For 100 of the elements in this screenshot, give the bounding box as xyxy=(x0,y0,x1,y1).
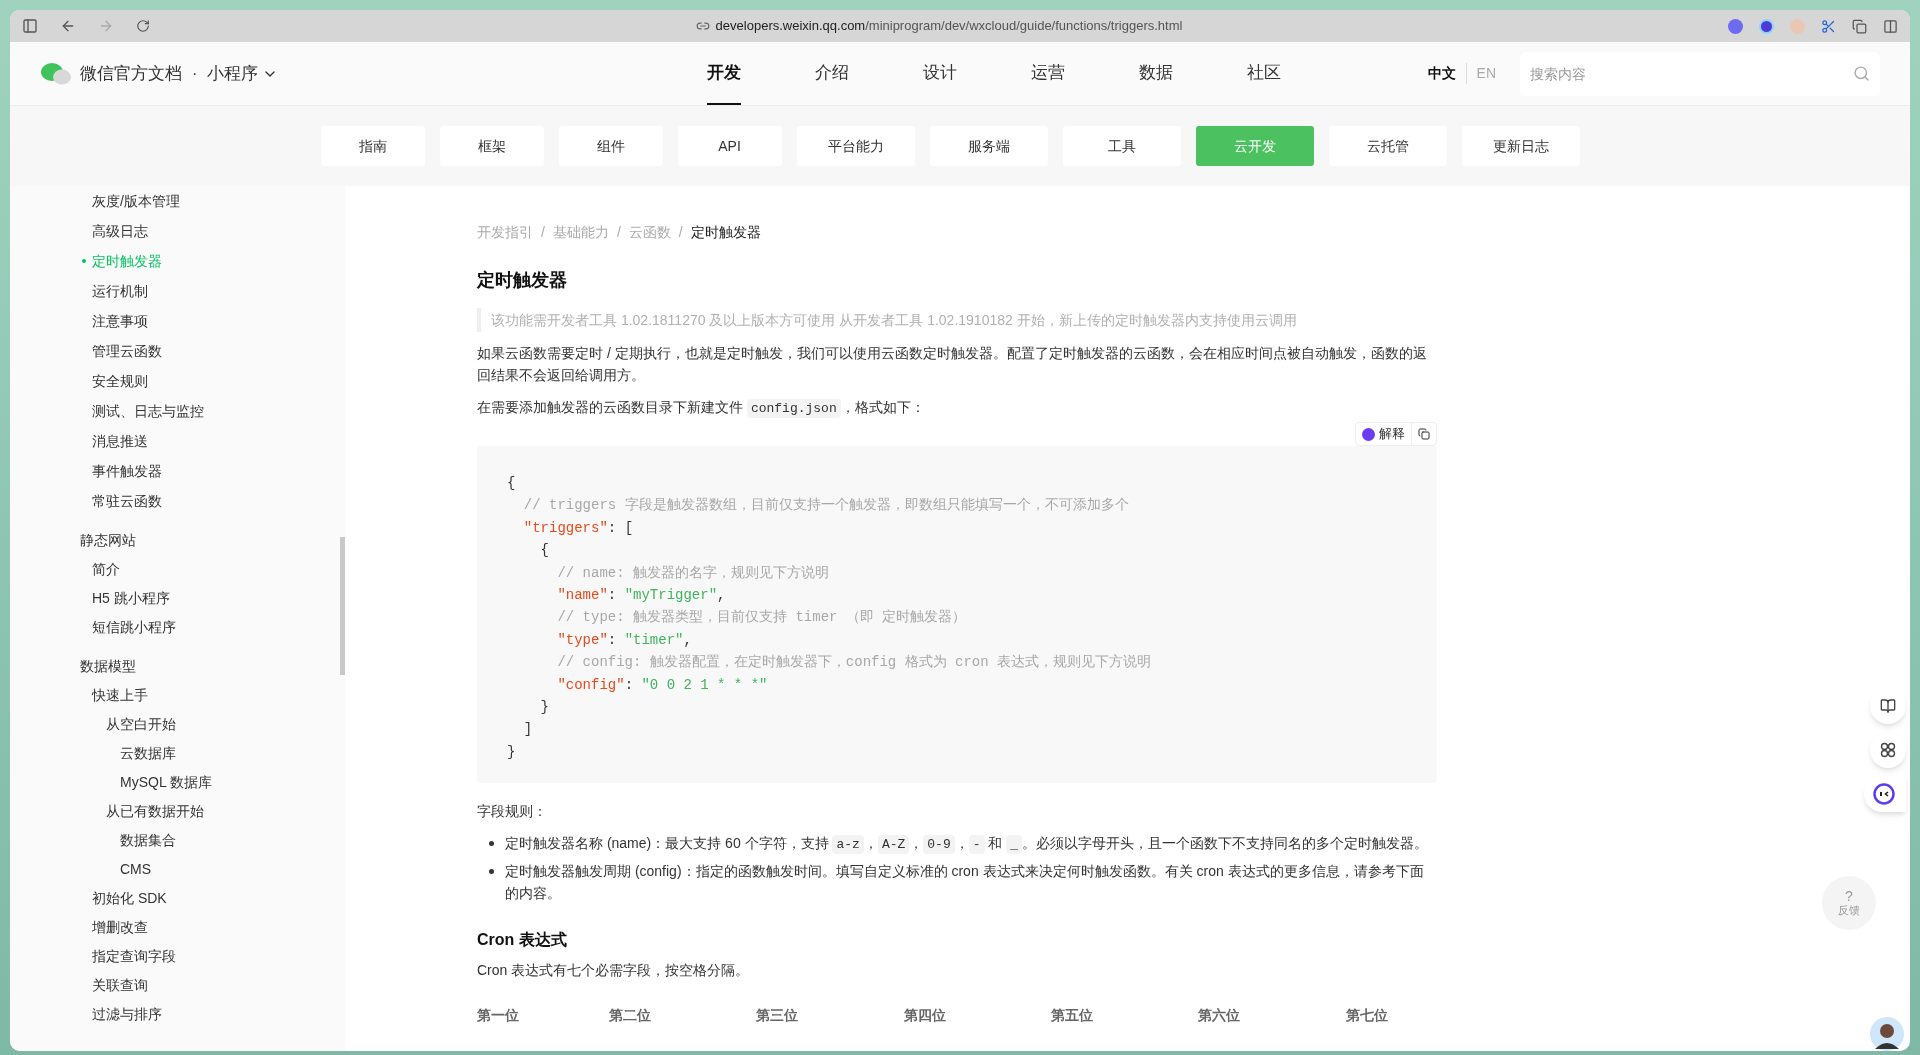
avatar[interactable] xyxy=(1870,1017,1904,1051)
section-heading: Cron 表达式 xyxy=(477,930,568,951)
nav-tab[interactable]: 运营 xyxy=(994,42,1102,105)
extension-icon[interactable] xyxy=(1852,18,1867,34)
code-line: // type: 触发器类型，目前仅支持 timer （即 定时触发器） xyxy=(556,608,967,628)
nav-tab[interactable]: 介绍 xyxy=(778,42,886,105)
sidebar-item[interactable]: 简介 xyxy=(92,559,120,580)
table-header: 第六位 xyxy=(1198,1006,1241,1026)
language-option[interactable]: 中文 xyxy=(1417,63,1466,84)
category-tab[interactable]: 指南 xyxy=(320,126,425,166)
code-line: "config": "0 0 2 1 * * *" xyxy=(556,675,768,695)
sidebar-item[interactable]: 云数据库 xyxy=(120,743,176,764)
table-header: 第五位 xyxy=(1051,1006,1094,1026)
sidebar-item[interactable]: 初始化 SDK xyxy=(92,888,167,909)
category-tab[interactable]: 服务端 xyxy=(929,126,1048,166)
category-tab[interactable]: 平台能力 xyxy=(796,126,915,166)
sidebar-item[interactable]: 事件触发器 xyxy=(92,460,162,482)
sidebar-item[interactable]: 灰度/版本管理 xyxy=(92,190,180,212)
code-line: ] xyxy=(522,720,533,740)
nav-tab[interactable]: 数据 xyxy=(1102,42,1210,105)
sidebar-item[interactable]: 从已有数据开始 xyxy=(106,801,204,822)
category-tab[interactable]: 框架 xyxy=(439,126,544,166)
sidebar-item[interactable]: 指定查询字段 xyxy=(92,946,176,967)
table-header: 第二位 xyxy=(609,1006,652,1026)
sidebar-item[interactable]: 数据集合 xyxy=(120,830,176,851)
breadcrumb-separator: / xyxy=(616,223,621,242)
code-line: // name: 触发器的名字，规则见下方说明 xyxy=(556,563,830,583)
sidebar-item[interactable]: MySQL 数据库 xyxy=(120,772,213,793)
sidebar-item[interactable]: 从空白开始 xyxy=(106,714,176,735)
apps-button[interactable] xyxy=(1870,732,1906,768)
page-title: 定时触发器 xyxy=(477,269,568,292)
sidebar-item[interactable]: 管理云函数 xyxy=(92,340,162,362)
code-line: } xyxy=(539,698,549,718)
category-tab[interactable]: 更新日志 xyxy=(1461,126,1580,166)
rules-heading: 字段规则： xyxy=(477,802,548,822)
extension-icon[interactable] xyxy=(1759,18,1774,34)
rule-text: 定时触发器触发周期 (config)：指定的函数触发时间。填写自定义标准的 cron 表达式来决定何时触发函数。有关 cron 表达式的更多信息，请参考下面的内容。 xyxy=(505,863,1424,902)
nav-tab[interactable]: 设计 xyxy=(886,42,994,105)
file-paragraph: 在需要添加触发器的云函数目录下新建文件 config.json ，格式如下： xyxy=(477,398,926,420)
nav-tab[interactable]: 社区 xyxy=(1210,42,1318,105)
sidebar-item[interactable]: 关联查询 xyxy=(92,975,148,996)
note-text: 该功能需开发者工具 1.02.1811270 及以上版本方可使用 从开发者工具 1.02.1910182 开始，新上传的定时触发器内支持使用云调用 xyxy=(491,311,1298,330)
extension-icon[interactable] xyxy=(1821,18,1836,34)
code-line: { xyxy=(539,541,549,561)
breadcrumb-link[interactable]: 定时触发器 xyxy=(690,222,761,243)
sidebar-item[interactable]: CMS xyxy=(120,859,152,880)
breadcrumb-separator: / xyxy=(541,223,545,242)
product-dropdown[interactable]: 小程序 xyxy=(207,60,279,87)
category-tab[interactable]: 云托管 xyxy=(1328,126,1447,166)
bot-face-icon xyxy=(1873,783,1895,805)
sidebar-item[interactable]: 消息推送 xyxy=(92,430,148,452)
sidebar-item[interactable]: 高级日志 xyxy=(92,220,148,242)
reload-icon[interactable] xyxy=(136,19,150,33)
docs-button[interactable] xyxy=(1870,688,1906,724)
split-view-icon[interactable] xyxy=(1883,18,1898,34)
link-icon xyxy=(695,19,710,33)
extension-icon[interactable] xyxy=(1728,18,1743,34)
assistant-button[interactable] xyxy=(1864,776,1906,812)
search-field[interactable]: 搜索内容 xyxy=(1520,51,1880,96)
breadcrumb-separator: / xyxy=(678,223,683,242)
back-icon[interactable] xyxy=(60,18,76,34)
separator-dot: · xyxy=(192,63,198,84)
sidebar-item[interactable]: 增删改查 xyxy=(92,917,148,938)
code-line: } xyxy=(507,742,516,762)
table-header: 第四位 xyxy=(904,1006,947,1026)
code-line: "triggers": [ xyxy=(522,518,634,538)
table-header: 第三位 xyxy=(756,1006,799,1026)
sidebar-item[interactable]: 短信跳小程序 xyxy=(92,617,176,638)
chat-bubbles-icon xyxy=(40,60,72,87)
book-icon xyxy=(1880,698,1896,714)
code-line: "name": "myTrigger", xyxy=(556,586,726,606)
sidebar-item[interactable]: 快速上手 xyxy=(92,685,148,706)
address-bar[interactable]: developers.weixin.qq.com/miniprogram/dev/wxcloud/guide/functions/triggers.html xyxy=(715,16,1183,36)
sidebar-toggle-icon[interactable] xyxy=(22,18,38,34)
sidebar-item[interactable]: 运行机制 xyxy=(92,280,148,302)
category-tab[interactable]: API xyxy=(677,126,782,166)
table-header: 第一位 xyxy=(477,1006,520,1026)
sidebar-item[interactable]: H5 跳小程序 xyxy=(92,588,170,609)
scrollbar[interactable] xyxy=(340,537,345,675)
code-line: // triggers 字段是触发器数组，目前仅支持一个触发器，即数组只能填写一个，不可添加多个 xyxy=(522,496,1129,516)
cron-intro: Cron 表达式有七个必需字段，按空格分隔。 xyxy=(477,961,751,981)
sidebar-item[interactable]: 测试、日志与监控 xyxy=(92,400,204,422)
category-tab[interactable]: 组件 xyxy=(558,126,663,166)
bullet xyxy=(489,869,494,875)
code-line: // config: 触发器配置，在定时触发器下，config 格式为 cron 表达式，规则见下方说明 xyxy=(556,653,1152,673)
brand-title[interactable]: 微信官方文档 xyxy=(80,60,182,87)
grid-icon xyxy=(1880,742,1896,758)
sidebar-item[interactable]: 过滤与排序 xyxy=(92,1004,162,1025)
sidebar-item[interactable]: 安全规则 xyxy=(92,370,148,392)
rule-text: 定时触发器名称 (name)：最大支持 60 个字符，支持 a-z ， A-Z ， 0-9 ， - 和 _ 。必须以字母开头，且一个函数下不支持同名的多个定时触发器。 xyxy=(505,835,1429,852)
sidebar-item[interactable]: 注意事项 xyxy=(92,310,148,332)
bullet xyxy=(489,841,494,847)
bot-icon xyxy=(1362,427,1375,441)
table-header: 第七位 xyxy=(1346,1006,1389,1026)
category-tab[interactable]: 工具 xyxy=(1062,126,1181,166)
sidebar-item[interactable]: 静态网站 xyxy=(80,530,136,551)
sidebar-item[interactable]: 数据模型 xyxy=(80,656,136,677)
sidebar-item[interactable]: 常驻云函数 xyxy=(92,490,162,512)
code-line: { xyxy=(507,474,516,493)
intro-paragraph: 如果云函数需要定时 / 定期执行，也就是定时触发，我们可以使用云函数定时触发器。配置了定时触发器的云函数，会在相应时间点被自动触发，函数的返回结果不会返回给调用方。 xyxy=(477,344,1428,385)
